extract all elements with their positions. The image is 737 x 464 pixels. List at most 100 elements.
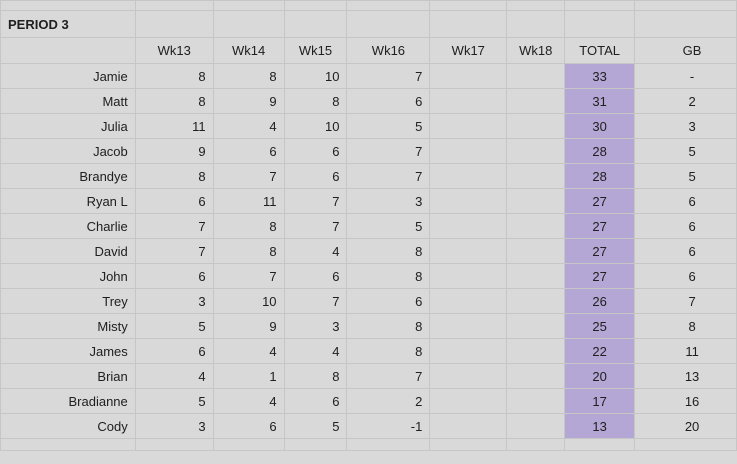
games-behind-cell[interactable]: 6 [634,188,737,214]
total-cell[interactable]: 17 [564,388,636,414]
score-cell-wk14[interactable]: 1 [212,363,285,389]
total-cell[interactable]: 27 [564,238,636,264]
score-cell-wk17[interactable] [429,338,508,364]
score-cell-wk13[interactable]: 6 [134,338,214,364]
score-cell-wk13[interactable]: 6 [134,188,214,214]
score-cell-wk16[interactable]: 7 [346,163,431,189]
score-cell-wk15[interactable]: 7 [283,213,348,239]
cell[interactable] [283,10,348,38]
score-cell-wk17[interactable] [429,388,508,414]
score-cell-wk17[interactable] [429,138,508,164]
score-cell-wk17[interactable] [429,363,508,389]
score-cell-wk16[interactable]: 7 [346,363,431,389]
cell[interactable] [564,0,636,11]
score-cell-wk16[interactable]: 5 [346,213,431,239]
period-title-cell[interactable]: PERIOD 3 [0,10,136,38]
score-cell-wk13[interactable]: 11 [134,113,214,139]
score-cell-wk15[interactable]: 7 [283,188,348,214]
score-cell-wk15[interactable]: 10 [283,63,348,89]
score-cell-wk17[interactable] [429,238,508,264]
score-cell-wk15[interactable]: 6 [283,263,348,289]
score-cell-wk17[interactable] [429,288,508,314]
score-cell-wk18[interactable] [506,388,566,414]
cell[interactable] [564,438,636,451]
score-cell-wk13[interactable]: 8 [134,163,214,189]
cell[interactable] [346,0,431,11]
score-cell-wk16[interactable]: 5 [346,113,431,139]
player-name-cell[interactable]: James [0,338,136,364]
games-behind-cell[interactable]: 8 [634,313,737,339]
total-cell[interactable]: 25 [564,313,636,339]
score-cell-wk18[interactable] [506,238,566,264]
score-cell-wk17[interactable] [429,413,508,439]
total-cell[interactable]: 30 [564,113,636,139]
score-cell-wk17[interactable] [429,113,508,139]
score-cell-wk16[interactable]: 8 [346,238,431,264]
cell[interactable] [283,0,348,11]
player-name-cell[interactable]: Brandye [0,163,136,189]
player-name-cell[interactable]: John [0,263,136,289]
score-cell-wk15[interactable]: 10 [283,113,348,139]
header-cell-wk14[interactable]: Wk14 [212,37,285,64]
cell[interactable] [346,10,431,38]
score-cell-wk15[interactable]: 4 [283,238,348,264]
score-cell-wk18[interactable] [506,113,566,139]
header-cell-wk17[interactable]: Wk17 [429,37,508,64]
cell[interactable] [283,438,348,451]
score-cell-wk14[interactable]: 11 [212,188,285,214]
cell[interactable] [134,0,214,11]
score-cell-wk17[interactable] [429,313,508,339]
score-cell-wk18[interactable] [506,138,566,164]
player-name-cell[interactable]: Ryan L [0,188,136,214]
score-cell-wk16[interactable]: -1 [346,413,431,439]
score-cell-wk14[interactable]: 7 [212,263,285,289]
player-name-cell[interactable]: Bradianne [0,388,136,414]
games-behind-cell[interactable]: 20 [634,413,737,439]
score-cell-wk15[interactable]: 5 [283,413,348,439]
player-name-cell[interactable]: Julia [0,113,136,139]
cell[interactable] [212,10,285,38]
player-name-cell[interactable]: Charlie [0,213,136,239]
header-cell-total[interactable]: TOTAL [564,37,636,64]
games-behind-cell[interactable]: 6 [634,213,737,239]
games-behind-cell[interactable]: 7 [634,288,737,314]
cell[interactable] [634,0,737,11]
cell[interactable] [134,10,214,38]
score-cell-wk13[interactable]: 7 [134,238,214,264]
score-cell-wk13[interactable]: 5 [134,313,214,339]
score-cell-wk16[interactable]: 8 [346,338,431,364]
cell[interactable] [0,438,136,451]
score-cell-wk15[interactable]: 6 [283,388,348,414]
player-name-cell[interactable]: David [0,238,136,264]
cell[interactable] [506,10,566,38]
games-behind-cell[interactable]: - [634,63,737,89]
player-name-cell[interactable]: Brian [0,363,136,389]
games-behind-cell[interactable]: 11 [634,338,737,364]
score-cell-wk17[interactable] [429,263,508,289]
total-cell[interactable]: 27 [564,188,636,214]
score-cell-wk14[interactable]: 8 [212,238,285,264]
total-cell[interactable]: 27 [564,213,636,239]
games-behind-cell[interactable]: 5 [634,163,737,189]
player-name-cell[interactable]: Jamie [0,63,136,89]
score-cell-wk13[interactable]: 7 [134,213,214,239]
score-cell-wk15[interactable]: 8 [283,88,348,114]
player-name-cell[interactable]: Matt [0,88,136,114]
cell[interactable] [634,10,737,38]
header-cell-wk16[interactable]: Wk16 [346,37,431,64]
cell[interactable] [506,438,566,451]
score-cell-wk13[interactable]: 3 [134,288,214,314]
score-cell-wk17[interactable] [429,88,508,114]
player-name-cell[interactable]: Misty [0,313,136,339]
score-cell-wk16[interactable]: 6 [346,288,431,314]
total-cell[interactable]: 28 [564,163,636,189]
score-cell-wk18[interactable] [506,338,566,364]
score-cell-wk18[interactable] [506,363,566,389]
cell[interactable] [429,0,508,11]
cell[interactable] [212,0,285,11]
score-cell-wk18[interactable] [506,88,566,114]
score-cell-wk16[interactable]: 8 [346,263,431,289]
score-cell-wk14[interactable]: 6 [212,138,285,164]
score-cell-wk15[interactable]: 6 [283,138,348,164]
cell[interactable] [634,438,737,451]
